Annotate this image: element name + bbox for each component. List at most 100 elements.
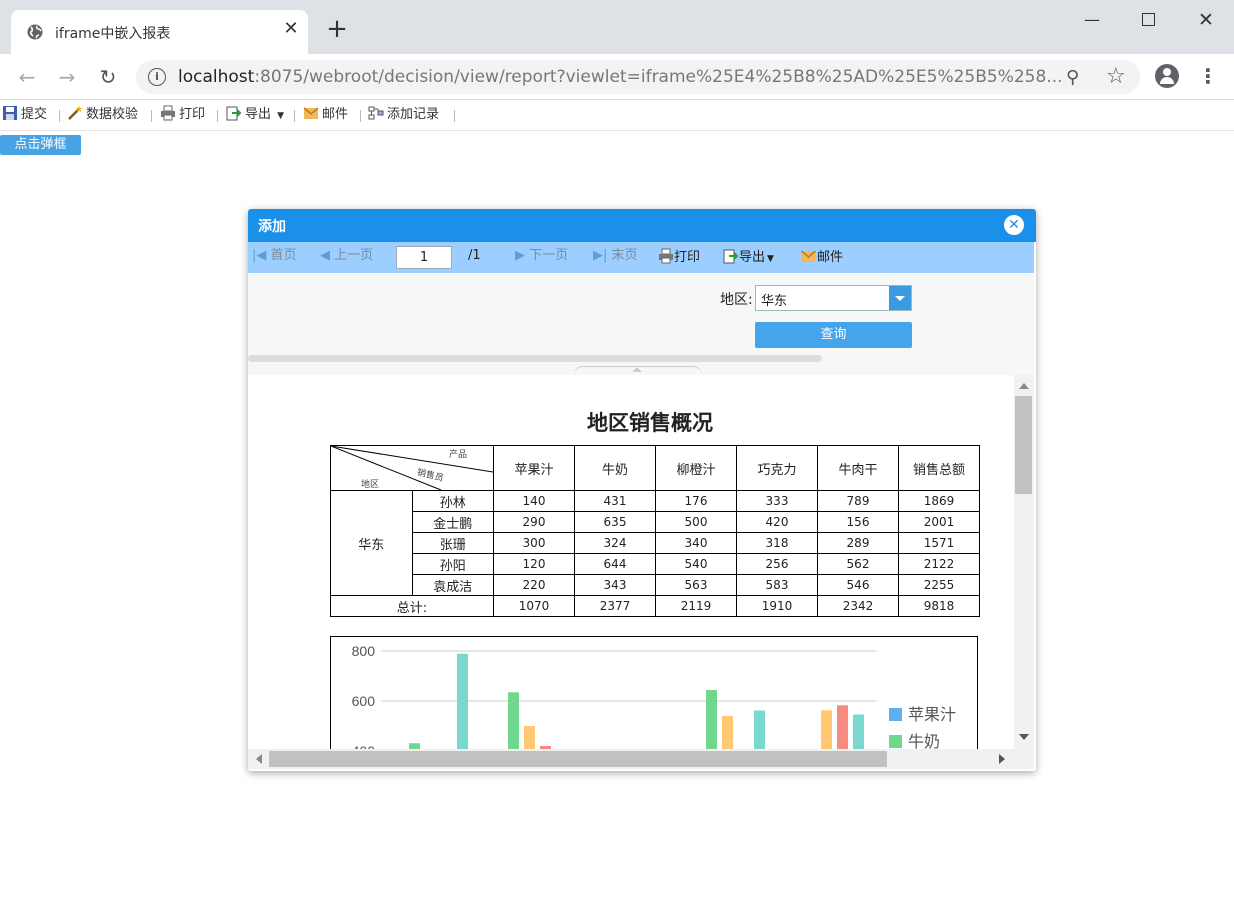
table-header-row: 产品 销售员 地区 苹果汁 牛奶 柳橙汁 巧克力 牛肉干 销售总额 [330,445,980,491]
add-record-button[interactable]: 添加记录 [368,105,439,125]
bar [837,705,848,749]
value-cell: 789 [817,490,899,512]
new-tab-button[interactable]: + [325,16,349,42]
total-cell: 2342 [817,595,899,617]
report-content: 地区销售概况 产品 销售员 地区 苹果汁 牛奶 柳橙汁 巧克力 牛肉干 销售总额… [248,375,1014,749]
prev-page-button[interactable]: ◀ 上一页 [320,248,373,264]
bar-chart: 800600400苹果汁牛奶柳橙汁巧克力牛肉干 [352,643,956,749]
url-field[interactable]: i localhost:8075/webroot/decision/view/r… [136,60,1140,94]
value-cell: 318 [736,532,818,554]
table-row: 张珊 300 324 340 318 289 1571 [331,532,980,554]
value-cell: 431 [574,490,656,512]
tab-close-icon[interactable]: ✕ [281,19,301,39]
submit-button[interactable]: 提交 [2,105,47,125]
sales-chart: 800600400苹果汁牛奶柳橙汁巧克力牛肉干 [330,636,978,749]
legend-swatch [889,735,902,748]
legend-swatch [889,708,902,721]
mail-button[interactable]: 邮件 [303,105,348,125]
print-button[interactable]: 打印 [160,105,205,125]
scroll-up-icon[interactable] [1019,383,1029,389]
value-cell: 420 [736,511,818,533]
forward-arrow-icon[interactable]: → [54,64,80,90]
dropdown-arrow-icon[interactable] [889,286,911,310]
total-pages: /1 [468,248,481,263]
legend-label: 苹果汁 [908,705,956,724]
dialog-title: 添加 [258,219,286,235]
first-page-button[interactable]: |◀ 首页 [252,248,297,264]
page-number-input[interactable]: 1 [396,246,452,269]
value-cell: 635 [574,511,656,533]
browser-address-bar: ← → ↻ i localhost:8075/webroot/decision/… [0,54,1234,100]
add-dialog: 添加 ✕ |◀ 首页 ◀ 上一页 1 /1 ▶ 下一页 ▶| 末页 打印 导出 ▼… [248,209,1036,771]
total-cell: 1070 [493,595,575,617]
vertical-scrollbar[interactable] [1014,375,1034,749]
window-close-button[interactable]: ✕ [1188,6,1224,34]
dialog-close-icon[interactable]: ✕ [1004,215,1024,235]
value-cell: 140 [493,490,575,512]
add-record-icon [368,106,384,120]
collapse-parameter-handle[interactable] [574,366,702,375]
back-arrow-icon[interactable]: ← [14,64,40,90]
scroll-left-icon[interactable] [256,754,262,764]
zoom-icon[interactable]: ⚲ [1066,67,1079,88]
value-cell: 562 [817,553,899,575]
value-cell: 340 [655,532,737,554]
bookmark-star-icon[interactable]: ☆ [1106,64,1126,89]
column-header: 牛奶 [574,445,656,491]
report-mail-label: 邮件 [817,250,844,265]
minimize-button[interactable]: — [1074,6,1110,34]
report-export-dropdown[interactable]: 导出 ▼ [723,248,774,267]
bar [821,710,832,749]
report-mail-button[interactable]: 邮件 [800,248,843,266]
y-tick-label: 600 [352,693,376,709]
export-icon [226,106,242,121]
last-page-button[interactable]: ▶| 末页 [593,248,638,264]
region-cell: 华东 [330,490,413,596]
total-cell: 9818 [898,595,980,617]
value-cell: 2255 [898,574,980,596]
horizontal-scroll-thumb[interactable] [269,751,887,767]
value-cell: 644 [574,553,656,575]
info-icon[interactable]: i [148,68,166,86]
value-cell: 1571 [898,532,980,554]
tab-title: iframe中嵌入报表 [55,26,171,42]
value-cell: 1869 [898,490,980,512]
url-text: localhost:8075/webroot/decision/view/rep… [178,67,1063,87]
column-header: 巧克力 [736,445,818,491]
value-cell: 176 [655,490,737,512]
region-select[interactable]: 华东 [755,285,912,311]
export-dropdown[interactable]: 导出 ▼ [226,105,284,125]
horizontal-scrollbar[interactable] [248,749,1034,769]
submit-label: 提交 [21,107,48,122]
value-cell: 300 [493,532,575,554]
scroll-right-icon[interactable] [999,754,1005,764]
prev-page-label: 上一页 [334,248,374,263]
next-page-button[interactable]: ▶ 下一页 [515,248,568,264]
sales-table: 产品 销售员 地区 苹果汁 牛奶 柳橙汁 巧克力 牛肉干 销售总额 华东 孙林 140 431 1… [330,445,980,617]
reload-icon[interactable]: ↻ [95,64,121,90]
query-button[interactable]: 查询 [755,322,912,348]
browser-tab[interactable]: iframe中嵌入报表 ✕ [11,10,308,54]
maximize-button[interactable] [1130,6,1166,34]
validate-button[interactable]: 数据校验 [67,105,138,125]
profile-avatar-icon[interactable] [1155,64,1179,88]
seller-cell: 金士鹏 [411,511,494,533]
scroll-down-icon[interactable] [1019,734,1029,740]
value-cell: 540 [655,553,737,575]
value-cell: 289 [817,532,899,554]
chevron-down-icon: ▼ [767,254,774,264]
url-host: localhost [178,67,255,87]
parameter-scrollbar[interactable] [248,355,822,362]
browser-menu-icon[interactable]: ⋮ [1198,64,1218,88]
open-popup-button[interactable]: 点击弹框 [0,135,81,155]
table-row: 华东 孙林 140 431 176 333 789 1869 [330,490,980,596]
vertical-scroll-thumb[interactable] [1015,396,1032,494]
total-label: 总计: [330,595,494,617]
column-header: 销售总额 [898,445,980,491]
report-print-button[interactable]: 打印 [658,248,700,266]
report-export-label: 导出 [739,250,766,265]
y-tick-label: 800 [352,643,376,659]
total-cell: 1910 [736,595,818,617]
column-header: 苹果汁 [493,445,575,491]
url-path: :8075/webroot/decision/view/report?viewl… [254,67,1063,87]
